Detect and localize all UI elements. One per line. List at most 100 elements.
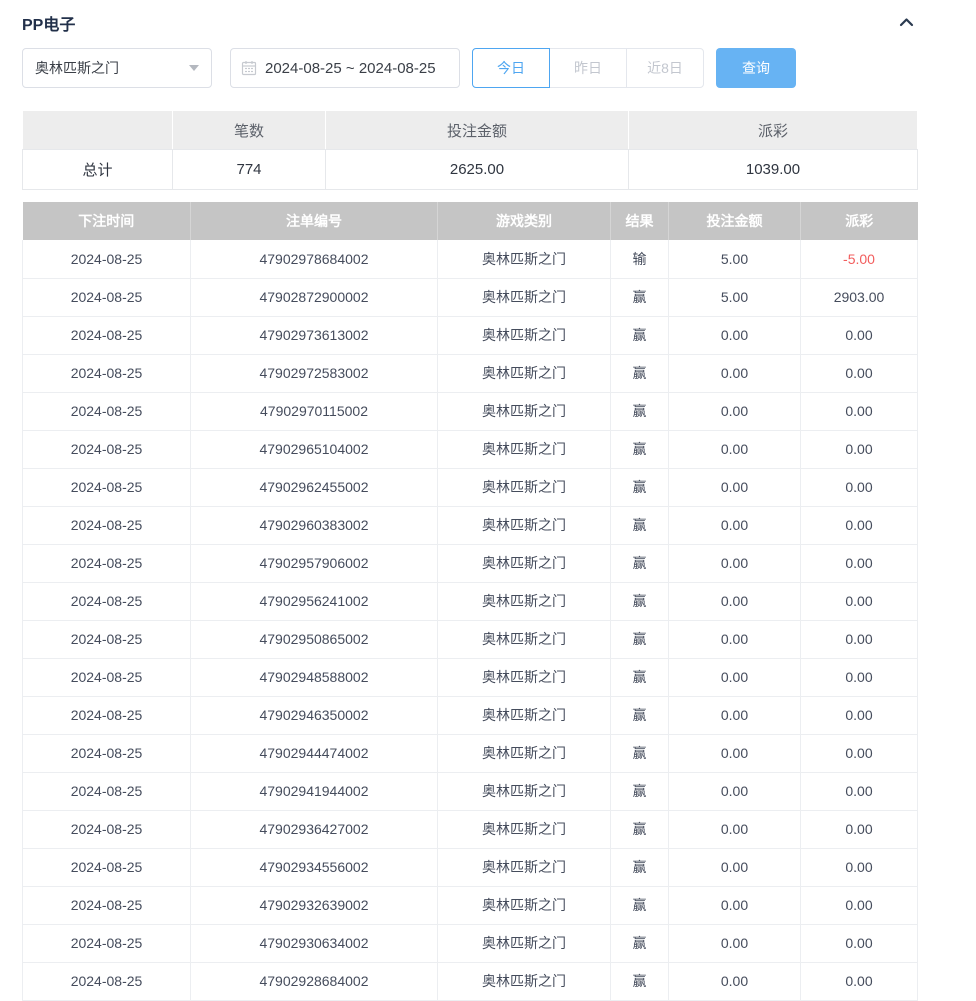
result-cell: 赢 (611, 924, 669, 962)
calendar-icon (241, 60, 257, 76)
game-type-cell: 奥林匹斯之门 (438, 468, 611, 506)
table-row: 2024-08-2547902962455002奥林匹斯之门赢0.000.00 (23, 468, 918, 506)
order-number-cell: 47902962455002 (191, 468, 438, 506)
bet-time-cell: 2024-08-25 (23, 544, 191, 582)
bet-time-cell: 2024-08-25 (23, 582, 191, 620)
game-type-cell: 奥林匹斯之门 (438, 734, 611, 772)
payout-cell: 0.00 (801, 772, 918, 810)
game-type-cell: 奥林匹斯之门 (438, 848, 611, 886)
payout-cell: 0.00 (801, 544, 918, 582)
records-header-result: 结果 (611, 202, 669, 240)
bet-time-cell: 2024-08-25 (23, 278, 191, 316)
records-header-game-type: 游戏类别 (438, 202, 611, 240)
game-type-cell: 奥林匹斯之门 (438, 924, 611, 962)
search-button[interactable]: 查询 (716, 48, 796, 88)
result-cell: 赢 (611, 734, 669, 772)
bet-time-cell: 2024-08-25 (23, 354, 191, 392)
bet-time-cell: 2024-08-25 (23, 772, 191, 810)
order-number-cell: 47902928684002 (191, 962, 438, 1000)
payout-cell: 0.00 (801, 734, 918, 772)
order-number-cell: 47902957906002 (191, 544, 438, 582)
result-cell: 赢 (611, 962, 669, 1000)
records-header-payout: 派彩 (801, 202, 918, 240)
table-row: 2024-08-2547902948588002奥林匹斯之门赢0.000.00 (23, 658, 918, 696)
bet-time-cell: 2024-08-25 (23, 430, 191, 468)
bet-time-cell: 2024-08-25 (23, 924, 191, 962)
summary-header-blank (23, 111, 173, 150)
summary-header-payout: 派彩 (629, 111, 918, 150)
bet-time-cell: 2024-08-25 (23, 848, 191, 886)
table-row: 2024-08-2547902936427002奥林匹斯之门赢0.000.00 (23, 810, 918, 848)
payout-cell: 0.00 (801, 848, 918, 886)
payout-cell: 0.00 (801, 430, 918, 468)
last-8-days-button[interactable]: 近8日 (626, 48, 704, 88)
bet-amount-cell: 0.00 (669, 354, 801, 392)
payout-cell: 0.00 (801, 810, 918, 848)
payout-cell: 0.00 (801, 316, 918, 354)
game-type-cell: 奥林匹斯之门 (438, 392, 611, 430)
summary-header-row: 笔数 投注金额 派彩 (23, 111, 918, 150)
payout-cell: 2903.00 (801, 278, 918, 316)
order-number-cell: 47902972583002 (191, 354, 438, 392)
table-row: 2024-08-2547902950865002奥林匹斯之门赢0.000.00 (23, 620, 918, 658)
order-number-cell: 47902973613002 (191, 316, 438, 354)
result-cell: 赢 (611, 544, 669, 582)
summary-total-row: 总计 774 2625.00 1039.00 (23, 150, 918, 190)
order-number-cell: 47902932639002 (191, 886, 438, 924)
table-row: 2024-08-2547902978684002奥林匹斯之门输5.00-5.00 (23, 240, 918, 278)
bet-time-cell: 2024-08-25 (23, 468, 191, 506)
result-cell: 赢 (611, 848, 669, 886)
payout-cell: -5.00 (801, 240, 918, 278)
bet-time-cell: 2024-08-25 (23, 734, 191, 772)
game-type-cell: 奥林匹斯之门 (438, 278, 611, 316)
bet-amount-cell: 0.00 (669, 582, 801, 620)
table-row: 2024-08-2547902956241002奥林匹斯之门赢0.000.00 (23, 582, 918, 620)
bet-amount-cell: 0.00 (669, 544, 801, 582)
bet-amount-cell: 0.00 (669, 696, 801, 734)
order-number-cell: 47902946350002 (191, 696, 438, 734)
bet-time-cell: 2024-08-25 (23, 506, 191, 544)
quick-date-buttons: 今日 昨日 近8日 (472, 48, 704, 88)
payout-cell: 0.00 (801, 962, 918, 1000)
payout-cell: 0.00 (801, 620, 918, 658)
records-header-order-number: 注单编号 (191, 202, 438, 240)
date-range-value: 2024-08-25 ~ 2024-08-25 (265, 60, 436, 77)
bet-amount-cell: 0.00 (669, 316, 801, 354)
bet-amount-cell: 0.00 (669, 658, 801, 696)
bet-time-cell: 2024-08-25 (23, 886, 191, 924)
order-number-cell: 47902960383002 (191, 506, 438, 544)
bet-amount-cell: 0.00 (669, 772, 801, 810)
bet-time-cell: 2024-08-25 (23, 240, 191, 278)
bet-amount-cell: 5.00 (669, 240, 801, 278)
date-range-input[interactable]: 2024-08-25 ~ 2024-08-25 (230, 48, 460, 88)
game-select-value: 奥林匹斯之门 (35, 58, 119, 78)
result-cell: 赢 (611, 316, 669, 354)
payout-cell: 0.00 (801, 506, 918, 544)
result-cell: 赢 (611, 772, 669, 810)
summary-total-label: 总计 (23, 150, 173, 190)
result-cell: 赢 (611, 278, 669, 316)
game-select[interactable]: 奥林匹斯之门 (22, 48, 212, 88)
game-type-cell: 奥林匹斯之门 (438, 810, 611, 848)
result-cell: 赢 (611, 468, 669, 506)
bet-amount-cell: 0.00 (669, 506, 801, 544)
bet-amount-cell: 0.00 (669, 848, 801, 886)
game-type-cell: 奥林匹斯之门 (438, 240, 611, 278)
today-button[interactable]: 今日 (472, 48, 550, 88)
bet-amount-cell: 0.00 (669, 886, 801, 924)
order-number-cell: 47902956241002 (191, 582, 438, 620)
table-row: 2024-08-2547902930634002奥林匹斯之门赢0.000.00 (23, 924, 918, 962)
table-row: 2024-08-2547902965104002奥林匹斯之门赢0.000.00 (23, 430, 918, 468)
payout-cell: 0.00 (801, 392, 918, 430)
order-number-cell: 47902970115002 (191, 392, 438, 430)
collapse-panel-button[interactable] (896, 13, 917, 34)
payout-cell: 0.00 (801, 696, 918, 734)
table-row: 2024-08-2547902973613002奥林匹斯之门赢0.000.00 (23, 316, 918, 354)
order-number-cell: 47902872900002 (191, 278, 438, 316)
game-type-cell: 奥林匹斯之门 (438, 962, 611, 1000)
result-cell: 赢 (611, 354, 669, 392)
order-number-cell: 47902948588002 (191, 658, 438, 696)
yesterday-button[interactable]: 昨日 (549, 48, 627, 88)
bet-amount-cell: 0.00 (669, 734, 801, 772)
records-table: 下注时间 注单编号 游戏类别 结果 投注金额 派彩 2024-08-254790… (22, 202, 918, 1001)
